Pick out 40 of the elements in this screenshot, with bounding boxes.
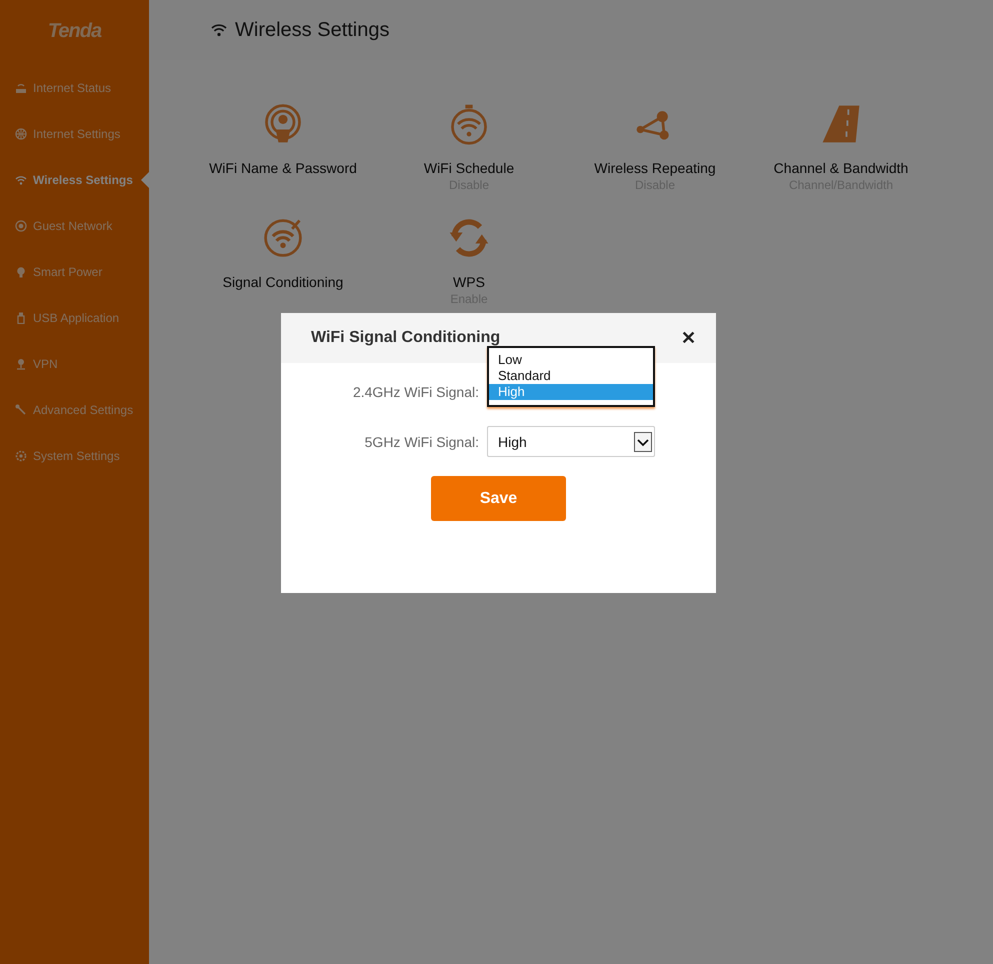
sidebar-item[interactable]: Wireless Settings	[0, 157, 149, 203]
signal-select[interactable]: High	[487, 426, 655, 457]
pin-icon	[15, 358, 27, 370]
dropdown-option[interactable]: High	[489, 384, 653, 400]
settings-tile[interactable]: Signal Conditioning	[190, 216, 376, 330]
target-icon	[15, 220, 27, 232]
sidebar-item[interactable]: VPN	[0, 341, 149, 387]
tile-title: WPS	[453, 274, 485, 290]
page-title: Wireless Settings	[235, 18, 390, 42]
sidebar-item[interactable]: System Settings	[0, 433, 149, 479]
sidebar-item[interactable]: Internet Settings	[0, 111, 149, 157]
close-button[interactable]: ✕	[681, 327, 696, 349]
field-label: 2.4GHz WiFi Signal:	[352, 384, 480, 400]
caret-icon	[634, 432, 652, 452]
dropdown-option[interactable]: Standard	[489, 368, 653, 384]
sidebar-item[interactable]: Guest Network	[0, 203, 149, 249]
tile-title: WiFi Name & Password	[209, 160, 357, 176]
wifi-icon	[15, 174, 27, 186]
tile-title: Channel & Bandwidth	[774, 160, 908, 176]
dialog-title: WiFi Signal Conditioning	[311, 329, 500, 347]
sidebar-item[interactable]: USB Application	[0, 295, 149, 341]
logo: Tenda	[48, 20, 102, 43]
settings-tile[interactable]: WiFi Name & Password	[190, 102, 376, 216]
bulb-icon	[15, 266, 27, 278]
tile-title: WiFi Schedule	[424, 160, 514, 176]
settings-icon	[15, 450, 27, 462]
field-label: 5GHz WiFi Signal:	[364, 434, 480, 450]
globe-icon	[15, 128, 27, 140]
wrench-icon	[15, 404, 27, 416]
save-button[interactable]: Save	[431, 476, 566, 521]
tile-title: Wireless Repeating	[594, 160, 716, 176]
wifi-icon	[211, 23, 227, 37]
router-icon	[15, 82, 27, 94]
usb-icon	[15, 312, 27, 324]
wifi-icon	[261, 216, 305, 260]
tile-title: Signal Conditioning	[222, 274, 344, 290]
sidebar-item[interactable]: Smart Power	[0, 249, 149, 295]
dropdown-option[interactable]: Low	[489, 352, 653, 368]
sidebar-item[interactable]: Advanced Settings	[0, 387, 149, 433]
sidebar-item[interactable]: Internet Status	[0, 65, 149, 111]
